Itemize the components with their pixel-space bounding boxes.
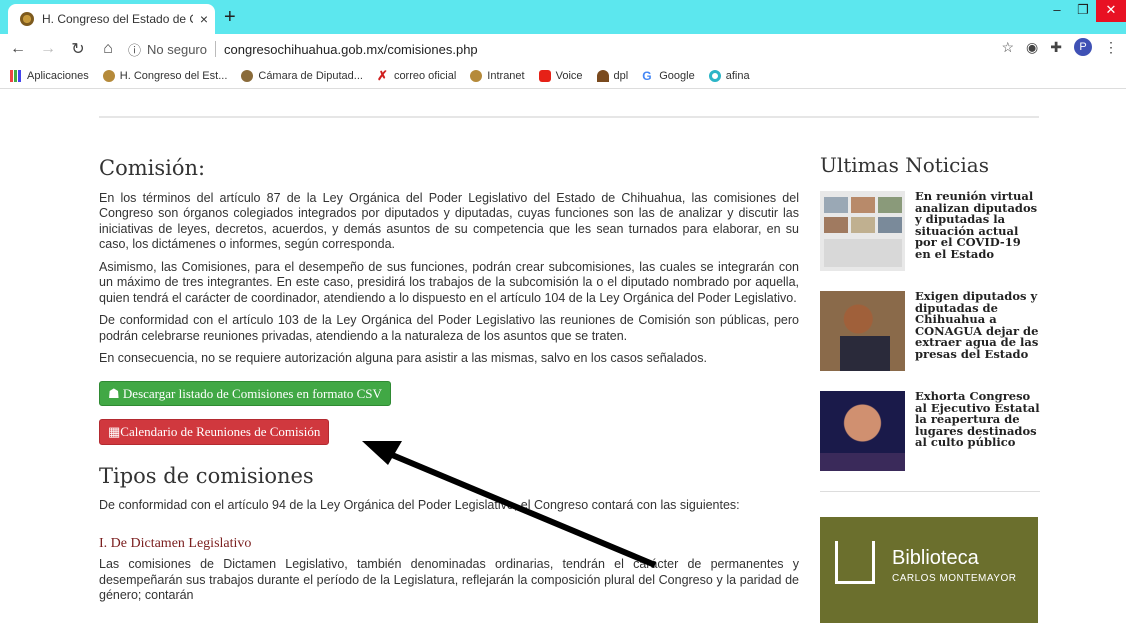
calendar-icon: ▦ (108, 424, 121, 439)
bookmarks-bar: Aplicaciones H. Congreso del Est... Cáma… (0, 64, 1126, 89)
bookmark-label: H. Congreso del Est... (119, 70, 228, 82)
news-headline[interactable]: Exhorta Congreso al Ejecutivo Estatal la… (915, 390, 1040, 471)
bookmark-label: correo oficial (393, 70, 457, 82)
toolbar-icons: ☆ ◉ ✚ P ⋮ (1001, 38, 1118, 56)
paragraph-2: Asimismo, las Comisiones, para el desemp… (99, 259, 799, 305)
section-text: Las comisiones de Dictamen Legislativo, … (99, 557, 799, 602)
tab-title: H. Congreso del Estado de Chihu (42, 12, 193, 26)
home-icon[interactable]: ⌂ (96, 40, 120, 58)
bookmark-label: afina (725, 70, 750, 82)
bookmark-intranet[interactable]: Intranet (470, 70, 525, 82)
apps-grid-icon (10, 70, 22, 82)
reload-icon[interactable]: ↻ (66, 39, 90, 59)
tipos-intro: De conformidad con el artículo 94 de la … (99, 498, 740, 512)
congreso-favicon-icon (20, 12, 34, 26)
calendar-label: Calendario de Reuniones de Comisión (120, 424, 321, 439)
bookmark-label: Voice (555, 70, 583, 82)
youtube-icon (538, 70, 551, 82)
url-text: congresochihuahua.gob.mx/comisiones.php (224, 41, 478, 57)
forward-icon[interactable]: → (36, 40, 60, 58)
google-icon: G (642, 69, 652, 83)
paragraph-3: De conformidad con el artículo 103 de la… (99, 313, 799, 343)
banner-subtitle: CARLOS MONTEMAYOR (892, 573, 1017, 584)
sitemap-icon: ☗ (108, 385, 123, 401)
new-tab-button[interactable]: + (224, 6, 236, 29)
sidebar-title: Ultimas Noticias (820, 153, 989, 177)
extension-circle-icon[interactable]: ◉ (1026, 39, 1038, 56)
menu-icon[interactable]: ⋮ (1104, 39, 1118, 56)
news-item[interactable]: Exhorta Congreso al Ejecutivo Estatal la… (820, 390, 1040, 471)
bookmark-label: Google (659, 70, 695, 82)
bookmark-label: Intranet (487, 70, 525, 82)
bookmark-apps[interactable]: Aplicaciones (10, 70, 89, 82)
bookmark-camara[interactable]: Cámara de Diputad... (241, 70, 363, 82)
restore-icon[interactable]: ❐ (1070, 0, 1096, 22)
main-column: Comisión: En los términos del artículo 8… (99, 149, 799, 611)
bookmark-correo[interactable]: ✗ correo oficial (376, 68, 457, 83)
close-window-icon[interactable]: ✕ (1096, 0, 1126, 22)
news-thumbnail (820, 391, 905, 471)
paragraph-1: En los términos del artículo 87 de la Le… (99, 190, 799, 252)
bookmark-voice[interactable]: Voice (538, 70, 583, 82)
page-title: Comisión: (99, 156, 206, 180)
section-heading: I. De Dictamen Legislativo (99, 535, 252, 551)
x-mail-icon: ✗ (376, 68, 388, 83)
divider (215, 41, 216, 57)
banner-title: Biblioteca (892, 547, 979, 569)
news-item[interactable]: En reunión virtual analizan diputados y … (820, 190, 1040, 271)
window-controls: – ❐ ✕ (1044, 0, 1126, 22)
camara-icon (241, 70, 254, 82)
calendar-button[interactable]: ▦Calendario de Reuniones de Comisión (99, 419, 330, 445)
bookmark-label: Aplicaciones (27, 70, 89, 82)
sidebar-divider (820, 491, 1040, 492)
dpl-icon (596, 70, 609, 82)
profile-avatar[interactable]: P (1074, 38, 1092, 56)
info-icon[interactable]: ⓘ (128, 40, 141, 59)
news-sidebar: Ultimas Noticias En reunión virtual anal… (820, 153, 1040, 623)
news-item[interactable]: Exigen diputados y diputadas de Chihuahu… (820, 290, 1040, 371)
address-bar[interactable]: ⓘ No seguro congresochihuahua.gob.mx/com… (128, 37, 958, 61)
bookmark-google[interactable]: G Google (642, 70, 694, 82)
back-icon[interactable]: ← (6, 40, 30, 58)
download-csv-label: Descargar listado de Comisiones en forma… (122, 385, 382, 401)
bookmark-afina[interactable]: afina (708, 70, 750, 82)
bookmark-label: Cámara de Diputad... (258, 70, 363, 82)
news-headline[interactable]: Exigen diputados y diputadas de Chihuahu… (915, 290, 1040, 371)
bookmark-label: dpl (613, 70, 629, 82)
minimize-icon[interactable]: – (1044, 0, 1070, 22)
paragraph-4: En consecuencia, no se requiere autoriza… (99, 351, 707, 365)
bookmark-congreso[interactable]: H. Congreso del Est... (102, 70, 228, 82)
afina-icon (708, 70, 721, 82)
news-thumbnail (820, 291, 905, 371)
extensions-puzzle-icon[interactable]: ✚ (1050, 39, 1062, 56)
browser-tab[interactable]: H. Congreso del Estado de Chihu × (8, 4, 215, 34)
library-logo-icon (835, 541, 875, 584)
top-divider (99, 116, 1039, 118)
download-csv-button[interactable]: ☗ Descargar listado de Comisiones en for… (99, 380, 391, 406)
tab-close-icon[interactable]: × (193, 11, 215, 27)
browser-toolbar: ← → ↻ ⌂ ⓘ No seguro congresochihuahua.go… (0, 34, 1126, 64)
congreso-icon (102, 70, 115, 82)
page-content: Comisión: En los términos del artículo 8… (0, 89, 1126, 623)
bookmark-dpl[interactable]: dpl (596, 70, 629, 82)
bookmark-star-icon[interactable]: ☆ (1001, 39, 1014, 56)
tipos-title: Tipos de comisiones (99, 463, 314, 488)
news-thumbnail (820, 191, 905, 271)
biblioteca-banner[interactable]: Biblioteca CARLOS MONTEMAYOR (820, 517, 1038, 623)
intranet-icon (470, 70, 483, 82)
security-label: No seguro (147, 41, 207, 57)
news-headline[interactable]: En reunión virtual analizan diputados y … (915, 190, 1040, 271)
tab-strip: H. Congreso del Estado de Chihu × + – ❐ … (0, 0, 1126, 34)
